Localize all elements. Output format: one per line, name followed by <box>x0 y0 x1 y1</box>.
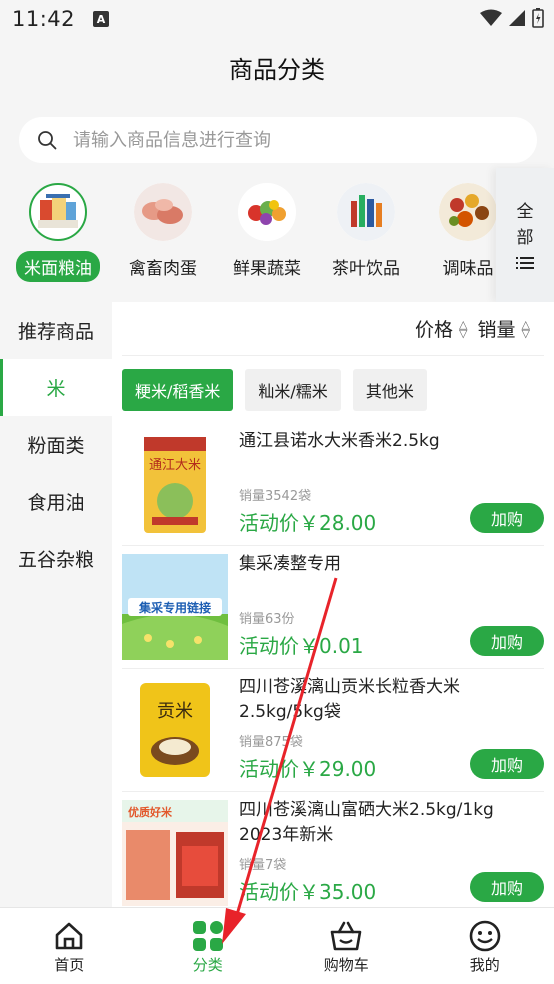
vegetables-icon <box>238 183 296 241</box>
category-strip: 米面粮油 禽畜肉蛋 鲜果蔬菜 茶叶饮品 调味品 <box>0 175 554 295</box>
product-price: 活动价￥29.00 <box>239 757 377 781</box>
sort-sales-button[interactable]: 销量 △ ▽ <box>478 315 530 342</box>
category-label: 调味品 <box>442 259 494 279</box>
thumb-banner-text: 集采专用链接 <box>138 600 211 615</box>
sort-price-button[interactable]: 价格 △ ▽ <box>415 315 467 342</box>
add-to-cart-button[interactable]: 加购 <box>470 626 544 656</box>
nav-item-noodles[interactable]: 粉面类 <box>0 416 112 473</box>
category-label: 禽畜肉蛋 <box>129 259 197 279</box>
product-content: 价格 △ ▽ 销量 △ ▽ 粳米/稻香米 籼米/糯米 其他米 通江大米 通江县诺水大… <box>112 302 554 907</box>
product-item[interactable]: 集采专用链接 集采凑整专用 销量63份 活动价￥0.01 加购 <box>122 546 544 669</box>
status-bar: 11:42 A <box>0 0 554 38</box>
grain-oil-icon <box>29 183 87 241</box>
search-input[interactable] <box>73 129 493 151</box>
status-icons <box>480 8 544 28</box>
subtab-indica[interactable]: 籼米/糯米 <box>245 369 341 411</box>
category-grid-icon <box>192 921 223 951</box>
category-label: 鲜果蔬菜 <box>233 259 301 279</box>
tab-home[interactable]: 首页 <box>0 908 139 984</box>
sort-price-label: 价格 <box>415 319 454 341</box>
wifi-icon <box>480 9 502 26</box>
tab-profile[interactable]: 我的 <box>416 908 554 984</box>
svg-text:通江大米: 通江大米 <box>149 458 201 473</box>
tab-cart[interactable]: 购物车 <box>277 908 416 984</box>
all-categories-button[interactable]: 全 部 <box>496 168 554 302</box>
product-price: 活动价￥35.00 <box>239 880 377 904</box>
meat-icon <box>134 183 192 241</box>
sort-bar: 价格 △ ▽ 销量 △ ▽ <box>122 302 544 356</box>
thumb-promo-text: 优质好米 <box>128 805 173 819</box>
product-item[interactable]: 贡米 四川苍溪漓山贡米长粒香大米2.5kg/5kg袋 销量875袋 活动价￥29… <box>122 669 544 792</box>
sort-arrows-icon: △ ▽ <box>521 317 530 340</box>
spices-icon <box>439 183 497 241</box>
signal-icon <box>509 10 525 26</box>
product-image: 贡米 <box>122 677 228 783</box>
tab-label: 购物车 <box>323 956 369 974</box>
nav-item-recommended[interactable]: 推荐商品 <box>0 302 112 359</box>
category-item-grain-oil[interactable]: 米面粮油 <box>10 183 106 282</box>
product-sales: 销量7袋 <box>239 858 287 873</box>
status-time: 11:42 <box>12 7 76 31</box>
subtab-other[interactable]: 其他米 <box>352 369 427 411</box>
product-sales: 销量3542袋 <box>239 489 312 504</box>
page-title: 商品分类 <box>229 56 325 84</box>
product-price: 活动价￥0.01 <box>239 634 364 658</box>
nav-item-oil[interactable]: 食用油 <box>0 473 112 530</box>
sort-arrows-icon: △ ▽ <box>459 317 468 340</box>
product-name: 四川苍溪漓山贡米长粒香大米2.5kg/5kg袋 <box>239 677 460 722</box>
tab-category[interactable]: 分类 <box>139 908 278 984</box>
all-label-2: 部 <box>516 228 534 248</box>
tab-label: 我的 <box>469 956 500 974</box>
product-name: 通江县诺水大米香米2.5kg <box>239 431 440 451</box>
product-image: 通江大米 <box>122 431 228 537</box>
list-icon <box>516 257 534 269</box>
category-label: 茶叶饮品 <box>332 259 400 279</box>
drinks-icon <box>337 183 395 241</box>
product-name: 集采凑整专用 <box>239 554 341 574</box>
tab-label: 分类 <box>192 956 223 974</box>
cart-basket-icon <box>330 921 362 951</box>
subcategory-tabs: 粳米/稻香米 籼米/糯米 其他米 <box>112 356 554 411</box>
add-to-cart-button[interactable]: 加购 <box>470 503 544 533</box>
category-item-drinks[interactable]: 茶叶饮品 <box>318 183 414 282</box>
category-item-meat[interactable]: 禽畜肉蛋 <box>115 183 211 282</box>
search-icon <box>38 131 57 150</box>
sort-sales-label: 销量 <box>477 319 516 341</box>
add-to-cart-button[interactable]: 加购 <box>470 872 544 902</box>
product-item[interactable]: 优质好米 四川苍溪漓山富硒大米2.5kg/1kg 2023年新米 销量7袋 活动… <box>122 792 544 907</box>
product-image: 集采专用链接 <box>122 554 228 660</box>
product-item[interactable]: 通江大米 通江县诺水大米香米2.5kg 销量3542袋 活动价￥28.00 加购 <box>122 423 544 546</box>
bottom-tab-bar: 首页 分类 购物车 我的 <box>0 907 554 984</box>
notification-a-icon: A <box>93 11 110 27</box>
home-icon <box>55 922 83 950</box>
subtab-japonica[interactable]: 粳米/稻香米 <box>122 369 234 411</box>
category-item-vegetables[interactable]: 鲜果蔬菜 <box>219 183 315 282</box>
all-label-1: 全 <box>516 202 534 222</box>
smiley-profile-icon <box>469 920 501 952</box>
nav-item-rice[interactable]: 米 <box>0 359 112 416</box>
thumb-gongmi-text: 贡米 <box>157 701 193 722</box>
nav-item-grains[interactable]: 五谷杂粮 <box>0 530 112 587</box>
battery-icon <box>532 8 544 28</box>
product-sales: 销量63份 <box>239 612 295 627</box>
category-label: 米面粮油 <box>16 251 100 282</box>
tab-label: 首页 <box>54 956 85 974</box>
product-name: 四川苍溪漓山富硒大米2.5kg/1kg 2023年新米 <box>239 800 494 845</box>
product-image: 优质好米 <box>122 800 228 906</box>
add-to-cart-button[interactable]: 加购 <box>470 749 544 779</box>
product-price: 活动价￥28.00 <box>239 511 377 535</box>
left-category-nav: 推荐商品 米 粉面类 食用油 五谷杂粮 <box>0 302 112 907</box>
product-sales: 销量875袋 <box>239 735 303 750</box>
search-bar[interactable] <box>19 117 537 163</box>
